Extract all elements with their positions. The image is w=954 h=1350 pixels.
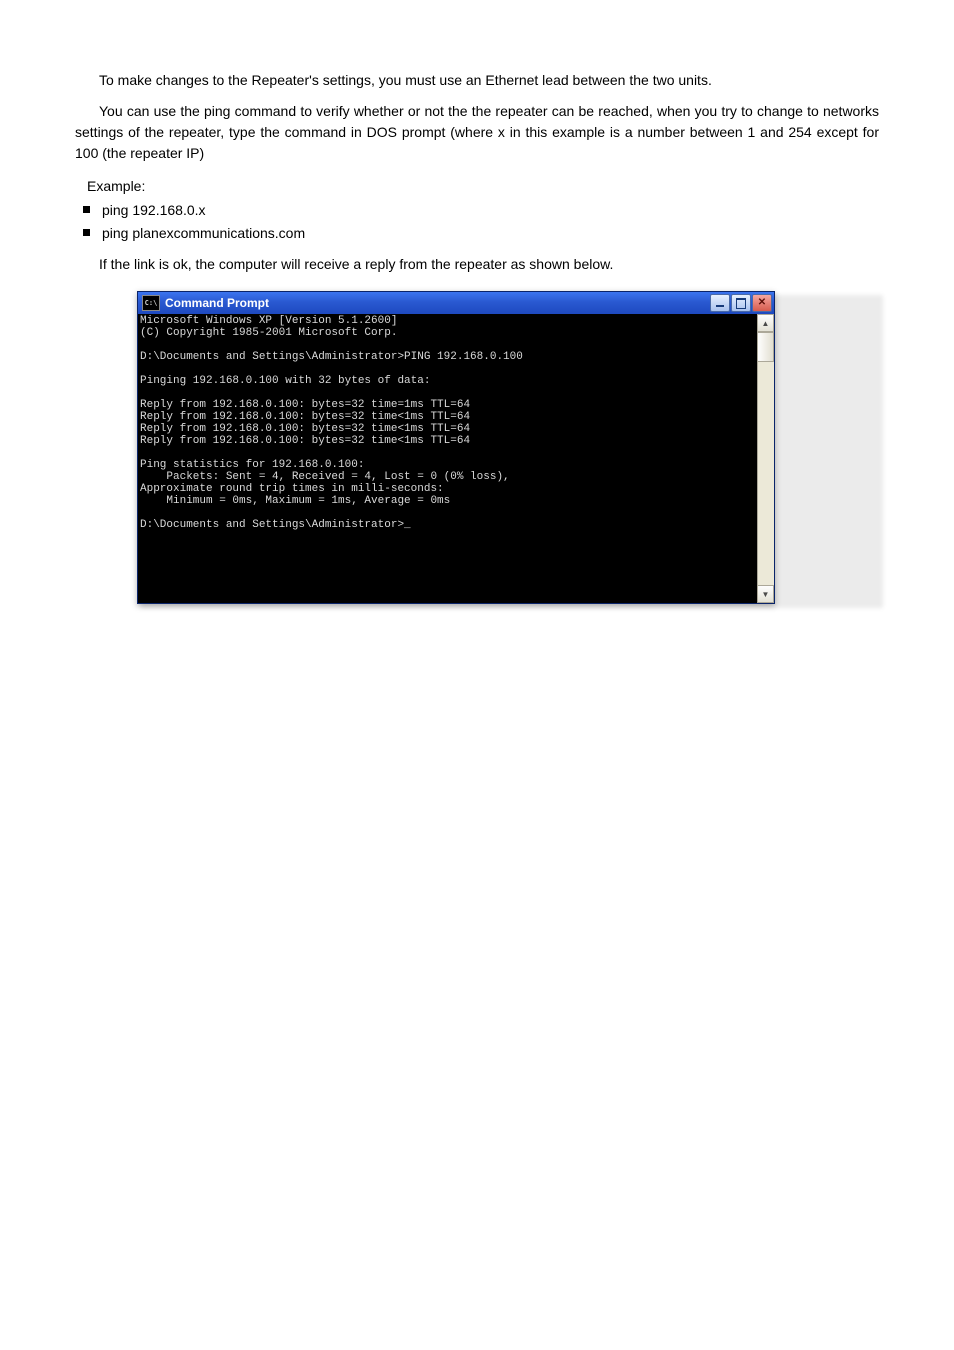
paragraph-3: If the link is ok, the computer will rec… [75, 254, 879, 275]
titlebar: C:\ Command Prompt ✕ [138, 292, 774, 314]
command-prompt-window: C:\ Command Prompt ✕ Microsoft Windows X… [137, 291, 775, 604]
cmd-icon: C:\ [142, 295, 160, 311]
command-prompt-screenshot: C:\ Command Prompt ✕ Microsoft Windows X… [137, 291, 879, 604]
document-page: To make changes to the Repeater's settin… [0, 0, 954, 1320]
bullet-square-icon [83, 206, 90, 213]
scroll-track[interactable] [758, 332, 774, 585]
paragraph-2: You can use the ping command to verify w… [75, 101, 879, 164]
para1-text-before: To make changes to the Repeater [99, 72, 309, 88]
bullet-2-text: ping planexcommunications.com [102, 223, 305, 244]
scroll-up-button[interactable]: ▲ [758, 314, 774, 332]
paragraph-1: To make changes to the Repeater's settin… [75, 70, 879, 91]
para1-text-after: settings, you must use an Ethernet lead … [319, 72, 712, 88]
terminal-output: Microsoft Windows XP [Version 5.1.2600] … [138, 314, 757, 603]
para1-apostrophe: 's [309, 72, 319, 88]
scrollbar[interactable]: ▲ ▼ [757, 314, 774, 603]
close-button[interactable]: ✕ [752, 294, 772, 312]
list-item: ping planexcommunications.com [75, 223, 879, 244]
bullet-1-text: ping 192.168.0.x [102, 200, 206, 221]
example-label: Example: [87, 178, 879, 194]
scroll-thumb[interactable] [758, 332, 774, 362]
minimize-button[interactable] [710, 294, 730, 312]
bullet-list: ping 192.168.0.x ping planexcommunicatio… [75, 200, 879, 244]
window-title: Command Prompt [165, 296, 269, 310]
scroll-down-button[interactable]: ▼ [758, 585, 774, 603]
maximize-button[interactable] [731, 294, 751, 312]
list-item: ping 192.168.0.x [75, 200, 879, 221]
bullet-square-icon [83, 229, 90, 236]
terminal-body: Microsoft Windows XP [Version 5.1.2600] … [138, 314, 774, 603]
